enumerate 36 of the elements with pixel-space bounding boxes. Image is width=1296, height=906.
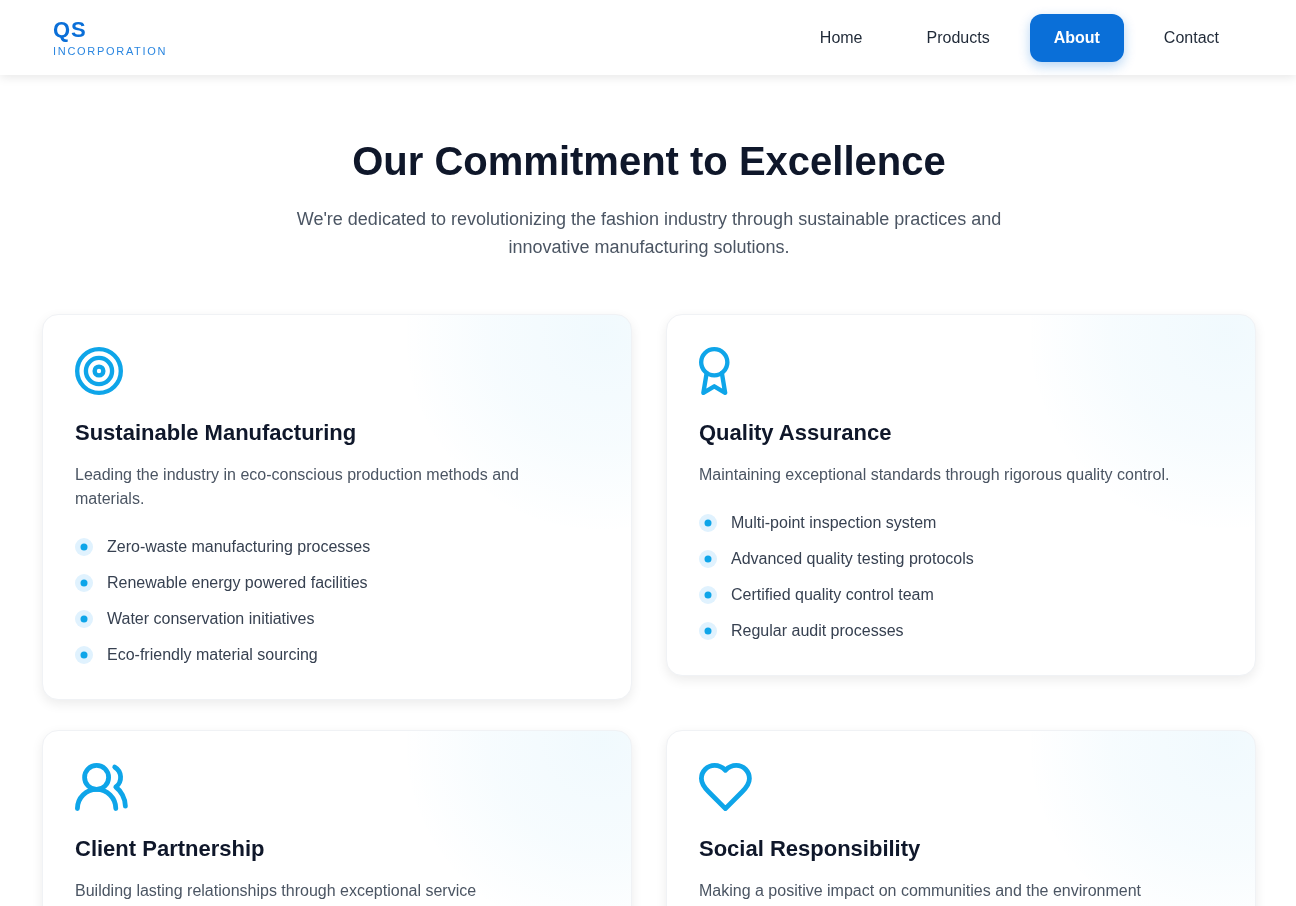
bullet-dot-icon <box>699 586 717 604</box>
card-description: Making a positive impact on communities and the environment <box>699 881 1142 901</box>
feature-point: Regular audit processes <box>731 621 904 641</box>
section-subtitle: We're dedicated to revolutionizing the fashion industry through sustainable practices and innovative manufacturing solutions. <box>295 208 1003 259</box>
feature-point: Advanced quality testing protocols <box>731 549 974 569</box>
bullet-dot-icon <box>75 610 93 628</box>
feature-point: Eco-friendly material sourcing <box>107 645 318 665</box>
card-title: Quality Assurance <box>699 419 893 447</box>
feature-point: Renewable energy powered facilities <box>107 573 368 593</box>
ribbon-award-icon <box>699 347 730 395</box>
logo-name[interactable]: INCORPORATION <box>53 44 168 58</box>
feature-point: Multi-point inspection system <box>731 513 937 533</box>
bullet-dot-icon <box>699 514 717 532</box>
feature-point: Certified quality control team <box>731 585 934 605</box>
nav-link[interactable]: About <box>1029 13 1124 62</box>
heart-icon <box>699 763 752 811</box>
users-icon <box>75 763 128 811</box>
feature-point: Zero-waste manufacturing processes <box>107 537 371 557</box>
bullet-dot-icon <box>75 538 93 556</box>
nav-link[interactable]: Home <box>795 13 887 62</box>
target-icon <box>75 347 123 395</box>
logo-mark[interactable]: QS <box>53 19 87 41</box>
card-title: Client Partnership <box>75 835 266 863</box>
bullet-dot-icon <box>699 622 717 640</box>
nav-link[interactable]: Products <box>902 13 1014 62</box>
section-title: Our Commitment to Excellence <box>351 138 947 185</box>
nav-link[interactable]: Contact <box>1139 13 1243 62</box>
feature-point: Water conservation initiatives <box>107 609 315 629</box>
card-description: Leading the industry in eco-conscious production methods and materials. <box>75 465 520 509</box>
bullet-dot-icon <box>699 550 717 568</box>
bullet-dot-icon <box>75 646 93 664</box>
card-title: Sustainable Manufacturing <box>75 419 358 447</box>
card-description: Maintaining exceptional standards through rigorous quality control. <box>699 465 1171 485</box>
card-description: Building lasting relationships through exceptional service <box>75 881 478 901</box>
card-title: Social Responsibility <box>699 835 922 863</box>
bullet-dot-icon <box>75 574 93 592</box>
